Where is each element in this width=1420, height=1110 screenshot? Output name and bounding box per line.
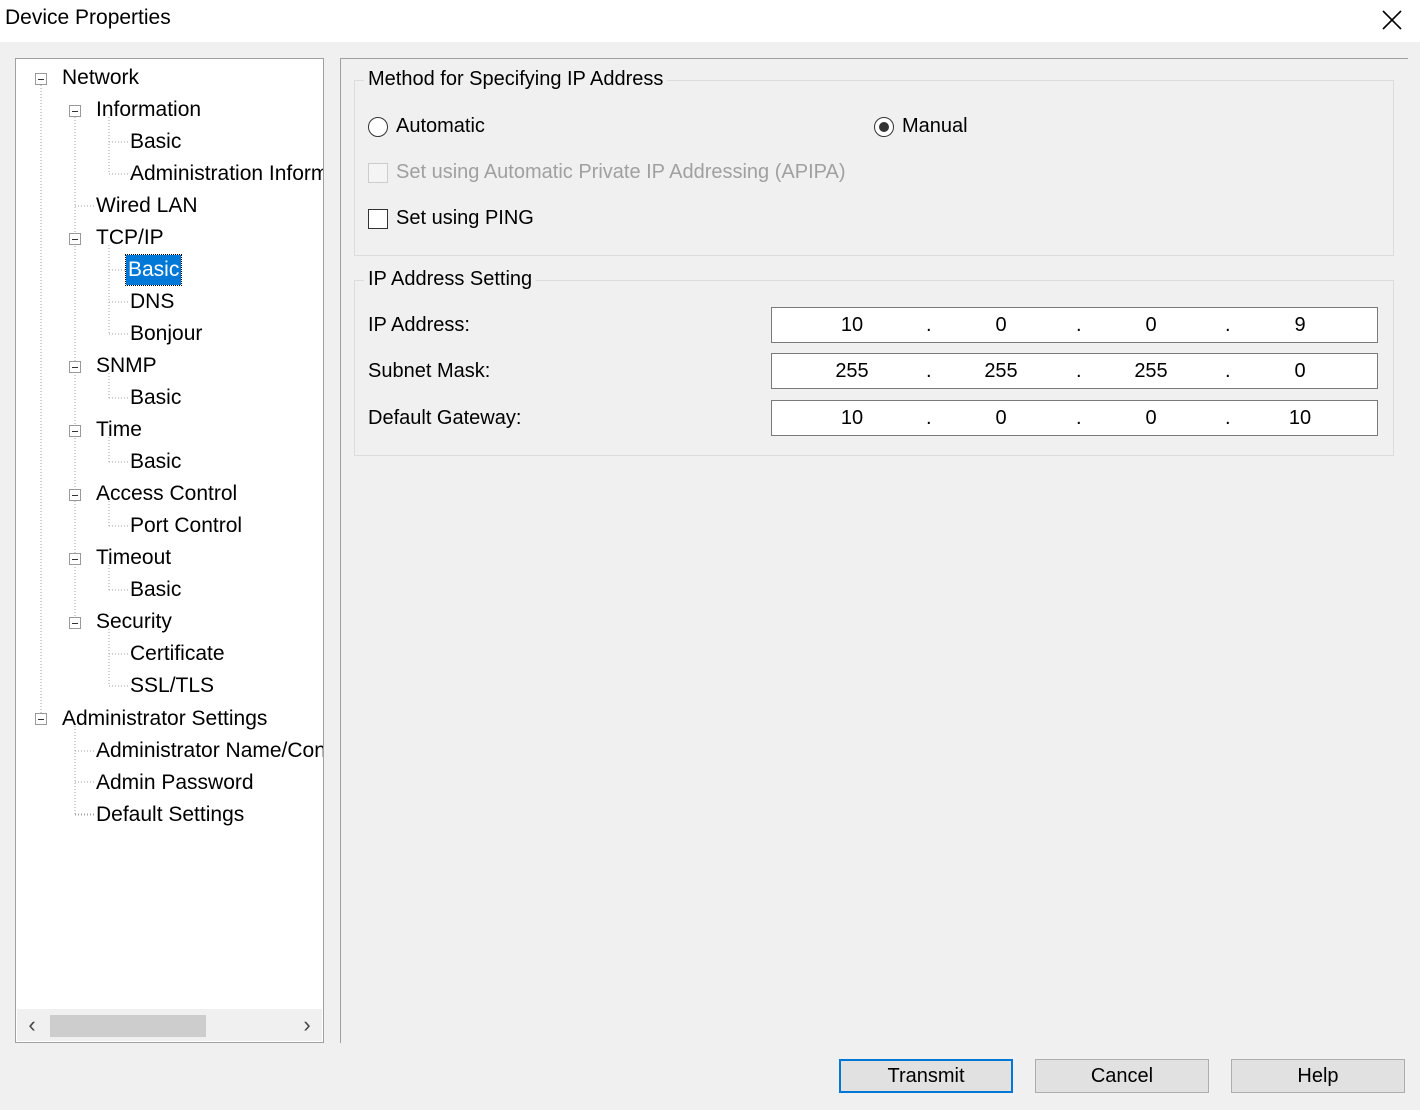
default-gateway-separator: . [926, 407, 932, 429]
apipa-label: Set using Automatic Private IP Addressin… [396, 161, 846, 183]
ip-address-octet-4[interactable]: 9 [1270, 314, 1330, 337]
tree-item-ssl-tls[interactable]: SSL/TLS [128, 671, 216, 701]
chevron-left-icon[interactable]: ‹ [17, 1009, 47, 1041]
tree-expander-network[interactable] [35, 73, 47, 85]
tree-expander-access-control[interactable] [69, 489, 81, 501]
subnet-mask-field[interactable]: 255 . 255 . 255 . 0 [771, 353, 1378, 389]
default-gateway-octet-3[interactable]: 0 [1121, 407, 1181, 430]
title-bar: Device Properties [0, 0, 1420, 42]
tree-item-tcpip-basic[interactable]: Basic [124, 254, 183, 286]
tree-expander-time[interactable] [69, 425, 81, 437]
cancel-button[interactable]: Cancel [1035, 1059, 1209, 1093]
settings-tree[interactable]: Network Information Basic Administration… [15, 58, 324, 1043]
tree-item-administrator-name-contact[interactable]: Administrator Name/Contact [94, 736, 323, 766]
ip-address-label: IP Address: [368, 314, 470, 336]
tree-item-time-basic[interactable]: Basic [128, 447, 183, 477]
apipa-checkbox [368, 163, 388, 183]
tree-expander-administrator-settings[interactable] [35, 713, 47, 725]
scrollbar-thumb[interactable] [50, 1015, 206, 1037]
tree-expander-information[interactable] [69, 105, 81, 117]
ip-address-separator: . [926, 314, 932, 336]
tree-expander-security[interactable] [69, 617, 81, 629]
automatic-label[interactable]: Automatic [396, 115, 485, 138]
close-icon [1382, 10, 1402, 30]
default-gateway-separator: . [1076, 407, 1082, 429]
tree-item-bonjour[interactable]: Bonjour [128, 319, 204, 349]
subnet-mask-separator: . [926, 360, 932, 382]
tree-item-dns[interactable]: DNS [128, 287, 176, 317]
tree-item-tcpip[interactable]: TCP/IP [94, 223, 166, 253]
ip-address-separator: . [1225, 314, 1231, 336]
tree-item-information[interactable]: Information [94, 95, 203, 125]
window-title: Device Properties [5, 6, 171, 29]
ip-address-octet-2[interactable]: 0 [971, 314, 1031, 337]
ping-label[interactable]: Set using PING [396, 207, 534, 230]
tree-expander-timeout[interactable] [69, 553, 81, 565]
tree-expander-snmp[interactable] [69, 361, 81, 373]
default-gateway-octet-1[interactable]: 10 [822, 407, 882, 430]
ip-address-separator: . [1076, 314, 1082, 336]
tree-item-time[interactable]: Time [94, 415, 144, 445]
ip-address-octet-3[interactable]: 0 [1121, 314, 1181, 337]
tree-item-security[interactable]: Security [94, 607, 174, 637]
tree-item-admin-password[interactable]: Admin Password [94, 768, 256, 798]
subnet-mask-octet-1[interactable]: 255 [822, 360, 882, 383]
tree-item-network[interactable]: Network [60, 63, 141, 93]
tree-item-administrator-settings[interactable]: Administrator Settings [60, 704, 269, 734]
tree-item-information-basic[interactable]: Basic [128, 127, 183, 157]
manual-radio[interactable] [874, 117, 894, 137]
default-gateway-octet-4[interactable]: 10 [1270, 407, 1330, 430]
default-gateway-field[interactable]: 10 . 0 . 0 . 10 [771, 400, 1378, 436]
tree-item-administration-information[interactable]: Administration Information [128, 159, 323, 189]
default-gateway-label: Default Gateway: [368, 407, 522, 429]
ip-address-octet-1[interactable]: 10 [822, 314, 882, 337]
subnet-mask-octet-4[interactable]: 0 [1270, 360, 1330, 383]
help-button[interactable]: Help [1231, 1059, 1405, 1093]
automatic-radio[interactable] [368, 117, 388, 137]
tree-viewport: Network Information Basic Administration… [16, 59, 323, 1009]
ping-checkbox[interactable] [368, 209, 388, 229]
chevron-right-icon[interactable]: › [292, 1009, 322, 1041]
ip-address-field[interactable]: 10 . 0 . 0 . 9 [771, 307, 1378, 343]
tree-item-snmp-basic[interactable]: Basic [128, 383, 183, 413]
tree-item-wired-lan[interactable]: Wired LAN [94, 191, 200, 221]
tree-item-snmp[interactable]: SNMP [94, 351, 159, 381]
ip-group-title: IP Address Setting [364, 268, 537, 291]
subnet-mask-octet-3[interactable]: 255 [1121, 360, 1181, 383]
subnet-mask-separator: . [1076, 360, 1082, 382]
subnet-mask-separator: . [1225, 360, 1231, 382]
tree-item-timeout-basic[interactable]: Basic [128, 575, 183, 605]
subnet-mask-label: Subnet Mask: [368, 360, 491, 382]
subnet-mask-octet-2[interactable]: 255 [971, 360, 1031, 383]
tree-item-default-settings[interactable]: Default Settings [94, 800, 246, 830]
tree-item-access-control[interactable]: Access Control [94, 479, 239, 509]
tree-item-certificate[interactable]: Certificate [128, 639, 227, 669]
default-gateway-separator: . [1225, 407, 1231, 429]
tree-expander-tcpip[interactable] [69, 233, 81, 245]
manual-label[interactable]: Manual [902, 115, 968, 138]
tree-horizontal-scrollbar[interactable]: ‹ › [17, 1009, 322, 1041]
transmit-button[interactable]: Transmit [839, 1059, 1013, 1093]
method-group-title: Method for Specifying IP Address [364, 68, 668, 91]
tree-item-port-control[interactable]: Port Control [128, 511, 244, 541]
default-gateway-octet-2[interactable]: 0 [971, 407, 1031, 430]
close-button[interactable] [1372, 2, 1412, 38]
tree-item-timeout[interactable]: Timeout [94, 543, 173, 573]
